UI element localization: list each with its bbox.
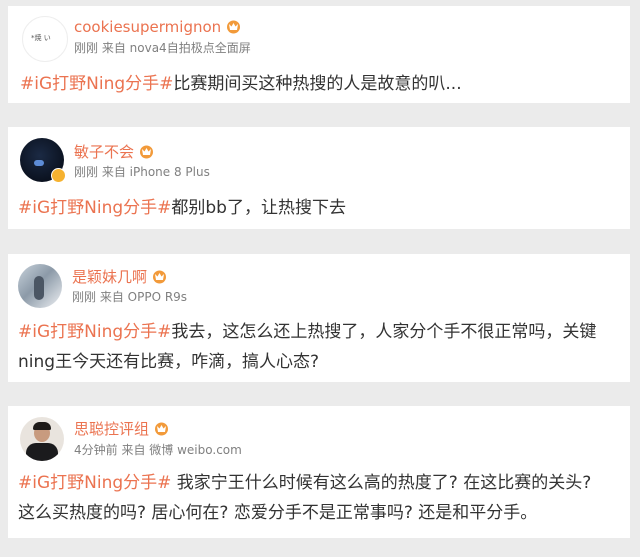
post-time: 刚刚 [74, 165, 99, 179]
username[interactable]: 思聪控评组 [74, 420, 170, 438]
post-time: 4分钟前 [74, 443, 118, 457]
username-text: cookiesupermignon [74, 18, 222, 36]
post-card-3: 是颖妹几啊 刚刚 来自 OPPO R9s #iG打野Ning分手#我去，这怎么还… [8, 254, 630, 382]
post-content: #iG打野Ning分手#我去，这怎么还上热搜了，人家分个手不很正常吗，关键 ni… [18, 317, 596, 377]
post-text: 都别bb了，让热搜下去 [171, 198, 346, 218]
post-time: 刚刚 [74, 41, 99, 55]
avatar-body [26, 443, 58, 461]
post-source[interactable]: 来自 iPhone 8 Plus [102, 165, 210, 179]
avatar[interactable] [20, 417, 64, 461]
hashtag-link[interactable]: #iG打野Ning分手# [18, 198, 171, 218]
hashtag-link[interactable]: #iG打野Ning分手# [18, 473, 171, 493]
post-line-1: #iG打野Ning分手#我去，这怎么还上热搜了，人家分个手不很正常吗，关键 [18, 317, 596, 347]
post-meta: 刚刚 来自 iPhone 8 Plus [74, 165, 210, 179]
post-source[interactable]: 来自 OPPO R9s [100, 290, 187, 304]
post-source[interactable]: 来自 微博 weibo.com [121, 443, 241, 457]
post-meta: 刚刚 来自 nova4自拍极点全面屏 [74, 41, 251, 55]
post-line-2: 这么买热度的吗? 居心何在? 恋爱分手不是正常事吗? 还是和平分手。 [18, 503, 538, 523]
post-card-2: 敏子不会 刚刚 来自 iPhone 8 Plus #iG打野Ning分手#都别b… [8, 127, 630, 229]
verified-icon [51, 168, 66, 183]
vip-crown-icon [153, 270, 167, 284]
post-content: #iG打野Ning分手# 我家宁王什么时候有这么高的热度了? 在这比赛的关头? … [18, 468, 591, 528]
username[interactable]: 敏子不会 [74, 143, 155, 161]
post-text: 我去，这怎么还上热搜了，人家分个手不很正常吗，关键 [171, 322, 597, 342]
avatar-hair [33, 422, 51, 430]
post-content: #iG打野Ning分手#都别bb了，让热搜下去 [18, 193, 346, 223]
post-card-4: 思聪控评组 4分钟前 来自 微博 weibo.com #iG打野Ning分手# … [8, 406, 630, 538]
post-time: 刚刚 [72, 290, 97, 304]
post-meta: 4分钟前 来自 微博 weibo.com [74, 443, 242, 457]
post-content: #iG打野Ning分手#比赛期间买这种热搜的人是故意的叭... [20, 69, 462, 99]
avatar-logo-text: *焼 い [31, 34, 51, 42]
username-text: 思聪控评组 [74, 420, 150, 438]
username-text: 敏子不会 [74, 143, 135, 161]
avatar-figure [34, 276, 44, 300]
hashtag-link[interactable]: #iG打野Ning分手# [18, 322, 171, 342]
avatar-light [34, 160, 44, 166]
post-text: 我家宁王什么时候有这么高的热度了? 在这比赛的关头? [171, 473, 592, 493]
vip-crown-icon [227, 20, 241, 34]
hashtag-link[interactable]: #iG打野Ning分手# [20, 74, 173, 94]
username[interactable]: 是颖妹几啊 [72, 268, 168, 286]
avatar[interactable]: *焼 い [22, 16, 68, 62]
vip-crown-icon [140, 145, 154, 159]
post-line-1: #iG打野Ning分手# 我家宁王什么时候有这么高的热度了? 在这比赛的关头? [18, 468, 591, 498]
post-card-1: *焼 い cookiesupermignon 刚刚 来自 nova4自拍极点全面… [8, 6, 630, 103]
post-line-2: ning王今天还有比赛，咋滴，搞人心态? [18, 352, 320, 372]
post-meta: 刚刚 来自 OPPO R9s [72, 290, 187, 304]
avatar[interactable] [18, 264, 62, 308]
username[interactable]: cookiesupermignon [74, 18, 242, 36]
username-text: 是颖妹几啊 [72, 268, 148, 286]
vip-crown-icon [155, 422, 169, 436]
post-source[interactable]: 来自 nova4自拍极点全面屏 [102, 41, 251, 55]
post-text: 比赛期间买这种热搜的人是故意的叭... [173, 74, 462, 94]
